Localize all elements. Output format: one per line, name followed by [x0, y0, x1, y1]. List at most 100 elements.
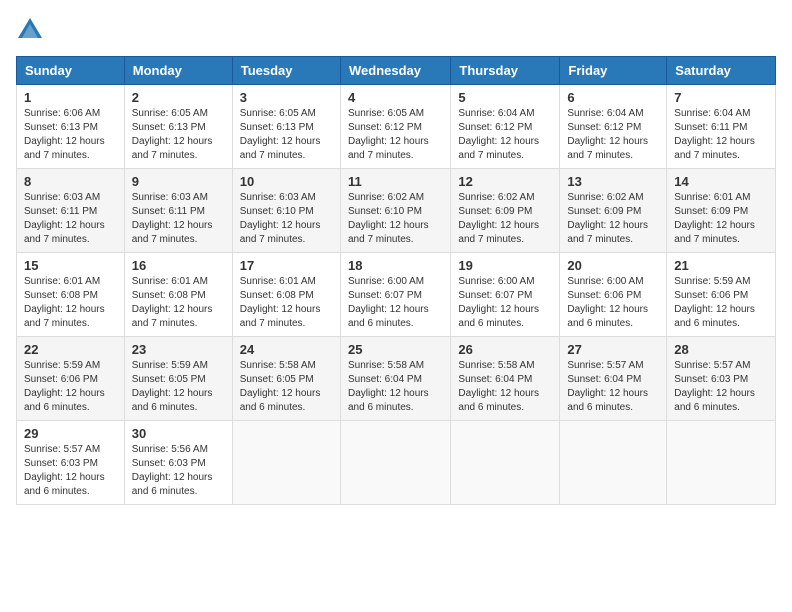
cell-content: Sunrise: 5:56 AMSunset: 6:03 PMDaylight:…: [132, 443, 225, 499]
calendar-cell: 17 Sunrise: 6:01 AMSunset: 6:08 PMDaylig…: [232, 253, 340, 337]
calendar-cell: 4 Sunrise: 6:05 AMSunset: 6:12 PMDayligh…: [340, 85, 450, 169]
day-number: 1: [24, 90, 117, 105]
cell-content: Sunrise: 5:59 AMSunset: 6:05 PMDaylight:…: [132, 359, 225, 415]
cell-content: Sunrise: 6:04 AMSunset: 6:12 PMDaylight:…: [567, 107, 659, 163]
day-number: 7: [674, 90, 768, 105]
day-number: 16: [132, 258, 225, 273]
cell-content: Sunrise: 6:04 AMSunset: 6:12 PMDaylight:…: [458, 107, 552, 163]
calendar-cell: [451, 421, 560, 505]
calendar-cell: [232, 421, 340, 505]
calendar-cell: 23 Sunrise: 5:59 AMSunset: 6:05 PMDaylig…: [124, 337, 232, 421]
calendar-cell: [340, 421, 450, 505]
calendar-cell: 15 Sunrise: 6:01 AMSunset: 6:08 PMDaylig…: [17, 253, 125, 337]
calendar-cell: 1 Sunrise: 6:06 AMSunset: 6:13 PMDayligh…: [17, 85, 125, 169]
calendar-week-2: 8 Sunrise: 6:03 AMSunset: 6:11 PMDayligh…: [17, 169, 776, 253]
cell-content: Sunrise: 6:01 AMSunset: 6:09 PMDaylight:…: [674, 191, 768, 247]
cell-content: Sunrise: 6:05 AMSunset: 6:13 PMDaylight:…: [132, 107, 225, 163]
cell-content: Sunrise: 5:58 AMSunset: 6:04 PMDaylight:…: [458, 359, 552, 415]
day-number: 20: [567, 258, 659, 273]
day-number: 24: [240, 342, 333, 357]
day-number: 17: [240, 258, 333, 273]
weekday-header-tuesday: Tuesday: [232, 57, 340, 85]
cell-content: Sunrise: 6:05 AMSunset: 6:13 PMDaylight:…: [240, 107, 333, 163]
cell-content: Sunrise: 6:04 AMSunset: 6:11 PMDaylight:…: [674, 107, 768, 163]
cell-content: Sunrise: 6:06 AMSunset: 6:13 PMDaylight:…: [24, 107, 117, 163]
calendar-cell: 29 Sunrise: 5:57 AMSunset: 6:03 PMDaylig…: [17, 421, 125, 505]
day-number: 29: [24, 426, 117, 441]
cell-content: Sunrise: 6:01 AMSunset: 6:08 PMDaylight:…: [240, 275, 333, 331]
weekday-header-friday: Friday: [560, 57, 667, 85]
calendar-table: SundayMondayTuesdayWednesdayThursdayFrid…: [16, 56, 776, 505]
calendar-cell: 14 Sunrise: 6:01 AMSunset: 6:09 PMDaylig…: [667, 169, 776, 253]
calendar-cell: 5 Sunrise: 6:04 AMSunset: 6:12 PMDayligh…: [451, 85, 560, 169]
day-number: 13: [567, 174, 659, 189]
weekday-header-row: SundayMondayTuesdayWednesdayThursdayFrid…: [17, 57, 776, 85]
calendar-cell: 9 Sunrise: 6:03 AMSunset: 6:11 PMDayligh…: [124, 169, 232, 253]
cell-content: Sunrise: 6:03 AMSunset: 6:11 PMDaylight:…: [132, 191, 225, 247]
calendar-cell: 6 Sunrise: 6:04 AMSunset: 6:12 PMDayligh…: [560, 85, 667, 169]
cell-content: Sunrise: 6:03 AMSunset: 6:10 PMDaylight:…: [240, 191, 333, 247]
cell-content: Sunrise: 5:58 AMSunset: 6:05 PMDaylight:…: [240, 359, 333, 415]
calendar-week-4: 22 Sunrise: 5:59 AMSunset: 6:06 PMDaylig…: [17, 337, 776, 421]
weekday-header-sunday: Sunday: [17, 57, 125, 85]
cell-content: Sunrise: 6:02 AMSunset: 6:09 PMDaylight:…: [458, 191, 552, 247]
day-number: 19: [458, 258, 552, 273]
day-number: 27: [567, 342, 659, 357]
calendar-cell: 2 Sunrise: 6:05 AMSunset: 6:13 PMDayligh…: [124, 85, 232, 169]
calendar-cell: 25 Sunrise: 5:58 AMSunset: 6:04 PMDaylig…: [340, 337, 450, 421]
calendar-week-5: 29 Sunrise: 5:57 AMSunset: 6:03 PMDaylig…: [17, 421, 776, 505]
day-number: 4: [348, 90, 443, 105]
cell-content: Sunrise: 5:57 AMSunset: 6:03 PMDaylight:…: [674, 359, 768, 415]
cell-content: Sunrise: 5:57 AMSunset: 6:04 PMDaylight:…: [567, 359, 659, 415]
cell-content: Sunrise: 5:58 AMSunset: 6:04 PMDaylight:…: [348, 359, 443, 415]
calendar-cell: 10 Sunrise: 6:03 AMSunset: 6:10 PMDaylig…: [232, 169, 340, 253]
calendar-week-1: 1 Sunrise: 6:06 AMSunset: 6:13 PMDayligh…: [17, 85, 776, 169]
day-number: 11: [348, 174, 443, 189]
cell-content: Sunrise: 6:03 AMSunset: 6:11 PMDaylight:…: [24, 191, 117, 247]
calendar-cell: 30 Sunrise: 5:56 AMSunset: 6:03 PMDaylig…: [124, 421, 232, 505]
cell-content: Sunrise: 5:59 AMSunset: 6:06 PMDaylight:…: [674, 275, 768, 331]
day-number: 30: [132, 426, 225, 441]
day-number: 18: [348, 258, 443, 273]
calendar-body: 1 Sunrise: 6:06 AMSunset: 6:13 PMDayligh…: [17, 85, 776, 505]
day-number: 8: [24, 174, 117, 189]
day-number: 22: [24, 342, 117, 357]
logo-icon: [16, 16, 44, 44]
day-number: 25: [348, 342, 443, 357]
day-number: 12: [458, 174, 552, 189]
weekday-header-thursday: Thursday: [451, 57, 560, 85]
weekday-header-wednesday: Wednesday: [340, 57, 450, 85]
page-header: [16, 16, 776, 44]
calendar-week-3: 15 Sunrise: 6:01 AMSunset: 6:08 PMDaylig…: [17, 253, 776, 337]
day-number: 21: [674, 258, 768, 273]
cell-content: Sunrise: 6:01 AMSunset: 6:08 PMDaylight:…: [132, 275, 225, 331]
weekday-header-saturday: Saturday: [667, 57, 776, 85]
cell-content: Sunrise: 6:02 AMSunset: 6:10 PMDaylight:…: [348, 191, 443, 247]
cell-content: Sunrise: 5:57 AMSunset: 6:03 PMDaylight:…: [24, 443, 117, 499]
calendar-cell: 22 Sunrise: 5:59 AMSunset: 6:06 PMDaylig…: [17, 337, 125, 421]
calendar-cell: 26 Sunrise: 5:58 AMSunset: 6:04 PMDaylig…: [451, 337, 560, 421]
calendar-cell: 13 Sunrise: 6:02 AMSunset: 6:09 PMDaylig…: [560, 169, 667, 253]
calendar-cell: 16 Sunrise: 6:01 AMSunset: 6:08 PMDaylig…: [124, 253, 232, 337]
calendar-cell: 18 Sunrise: 6:00 AMSunset: 6:07 PMDaylig…: [340, 253, 450, 337]
day-number: 28: [674, 342, 768, 357]
calendar-header: SundayMondayTuesdayWednesdayThursdayFrid…: [17, 57, 776, 85]
weekday-header-monday: Monday: [124, 57, 232, 85]
day-number: 14: [674, 174, 768, 189]
day-number: 6: [567, 90, 659, 105]
day-number: 2: [132, 90, 225, 105]
cell-content: Sunrise: 6:00 AMSunset: 6:07 PMDaylight:…: [458, 275, 552, 331]
day-number: 15: [24, 258, 117, 273]
calendar-cell: 19 Sunrise: 6:00 AMSunset: 6:07 PMDaylig…: [451, 253, 560, 337]
calendar-cell: 28 Sunrise: 5:57 AMSunset: 6:03 PMDaylig…: [667, 337, 776, 421]
day-number: 10: [240, 174, 333, 189]
calendar-cell: 24 Sunrise: 5:58 AMSunset: 6:05 PMDaylig…: [232, 337, 340, 421]
calendar-cell: [667, 421, 776, 505]
day-number: 23: [132, 342, 225, 357]
calendar-cell: 20 Sunrise: 6:00 AMSunset: 6:06 PMDaylig…: [560, 253, 667, 337]
day-number: 26: [458, 342, 552, 357]
calendar-cell: 12 Sunrise: 6:02 AMSunset: 6:09 PMDaylig…: [451, 169, 560, 253]
calendar-cell: 11 Sunrise: 6:02 AMSunset: 6:10 PMDaylig…: [340, 169, 450, 253]
cell-content: Sunrise: 6:00 AMSunset: 6:06 PMDaylight:…: [567, 275, 659, 331]
cell-content: Sunrise: 6:02 AMSunset: 6:09 PMDaylight:…: [567, 191, 659, 247]
